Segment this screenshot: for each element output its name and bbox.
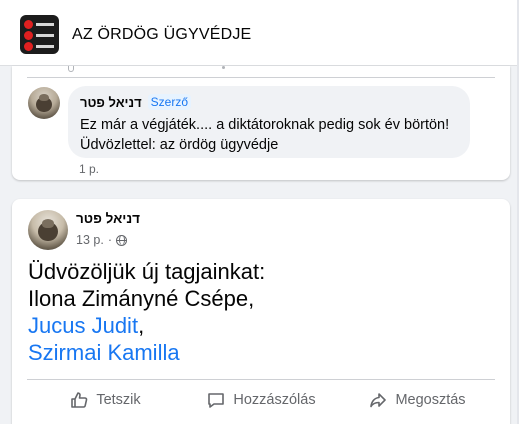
comment-bubble: דניאל פטר Szerző Ez már a végjáték.... a … [68,86,470,158]
comment-avatar[interactable] [28,87,60,119]
post-line1: Üdvözöljük új tagjainkat: [28,259,266,284]
comment-button[interactable]: Hozzászólás [183,380,339,420]
group-header: AZ ÖRDÖG ÜGYVÉDJE [0,0,519,66]
avatar-row [24,31,56,40]
group-avatar[interactable] [20,15,59,54]
share-button[interactable]: Megosztás [339,380,495,420]
avatar-row [24,42,56,51]
share-icon [370,393,387,408]
comment-author[interactable]: דניאל פטר [80,95,142,110]
member-link-jucus[interactable]: Jucus Judit [28,313,138,338]
author-badge: Szerző [147,94,192,110]
meta-separator: · [107,233,112,247]
post-card: דניאל פטר 13 p. · Üdvözöljük új tagjaink… [12,199,510,424]
post-timestamp[interactable]: 13 p. [76,233,104,247]
thumbs-up-icon [71,392,88,408]
comma: , [138,313,145,338]
post-actions: Tetszik Hozzászólás Megosztás [27,380,495,420]
group-title[interactable]: AZ ÖRDÖG ÜGYVÉDJE [72,26,251,44]
share-label: Megosztás [395,392,466,408]
comment-text-line1: Ez már a végjáték.... a diktátoroknak pe… [80,117,450,133]
like-label: Tetszik [96,392,141,408]
member-link-szirmai[interactable]: Szirmai Kamilla [28,340,180,365]
avatar-row [24,20,56,29]
post-body: Üdvözöljük új tagjainkat: Ilona Zimányné… [28,258,265,366]
comment-timestamp[interactable]: 1 p. [79,162,99,176]
comment-label: Hozzászólás [233,392,316,408]
truncated-icon [68,66,74,72]
post-author[interactable]: דניאל פטר [76,211,140,226]
comment-text-line2: Üdvözlettel: az ördög ügyvédje [80,137,279,153]
truncated-dot [222,66,225,69]
comment-icon [208,393,225,408]
post-author-avatar[interactable] [28,210,68,250]
post-meta: 13 p. · [76,233,127,247]
globe-icon[interactable] [115,234,127,246]
comment-card: דניאל פטר Szerző Ez már a végjáték.... a … [12,66,510,180]
post-line2: Ilona Zimányné Csépe, [28,286,255,311]
like-button[interactable]: Tetszik [27,380,183,420]
divider [27,77,495,78]
